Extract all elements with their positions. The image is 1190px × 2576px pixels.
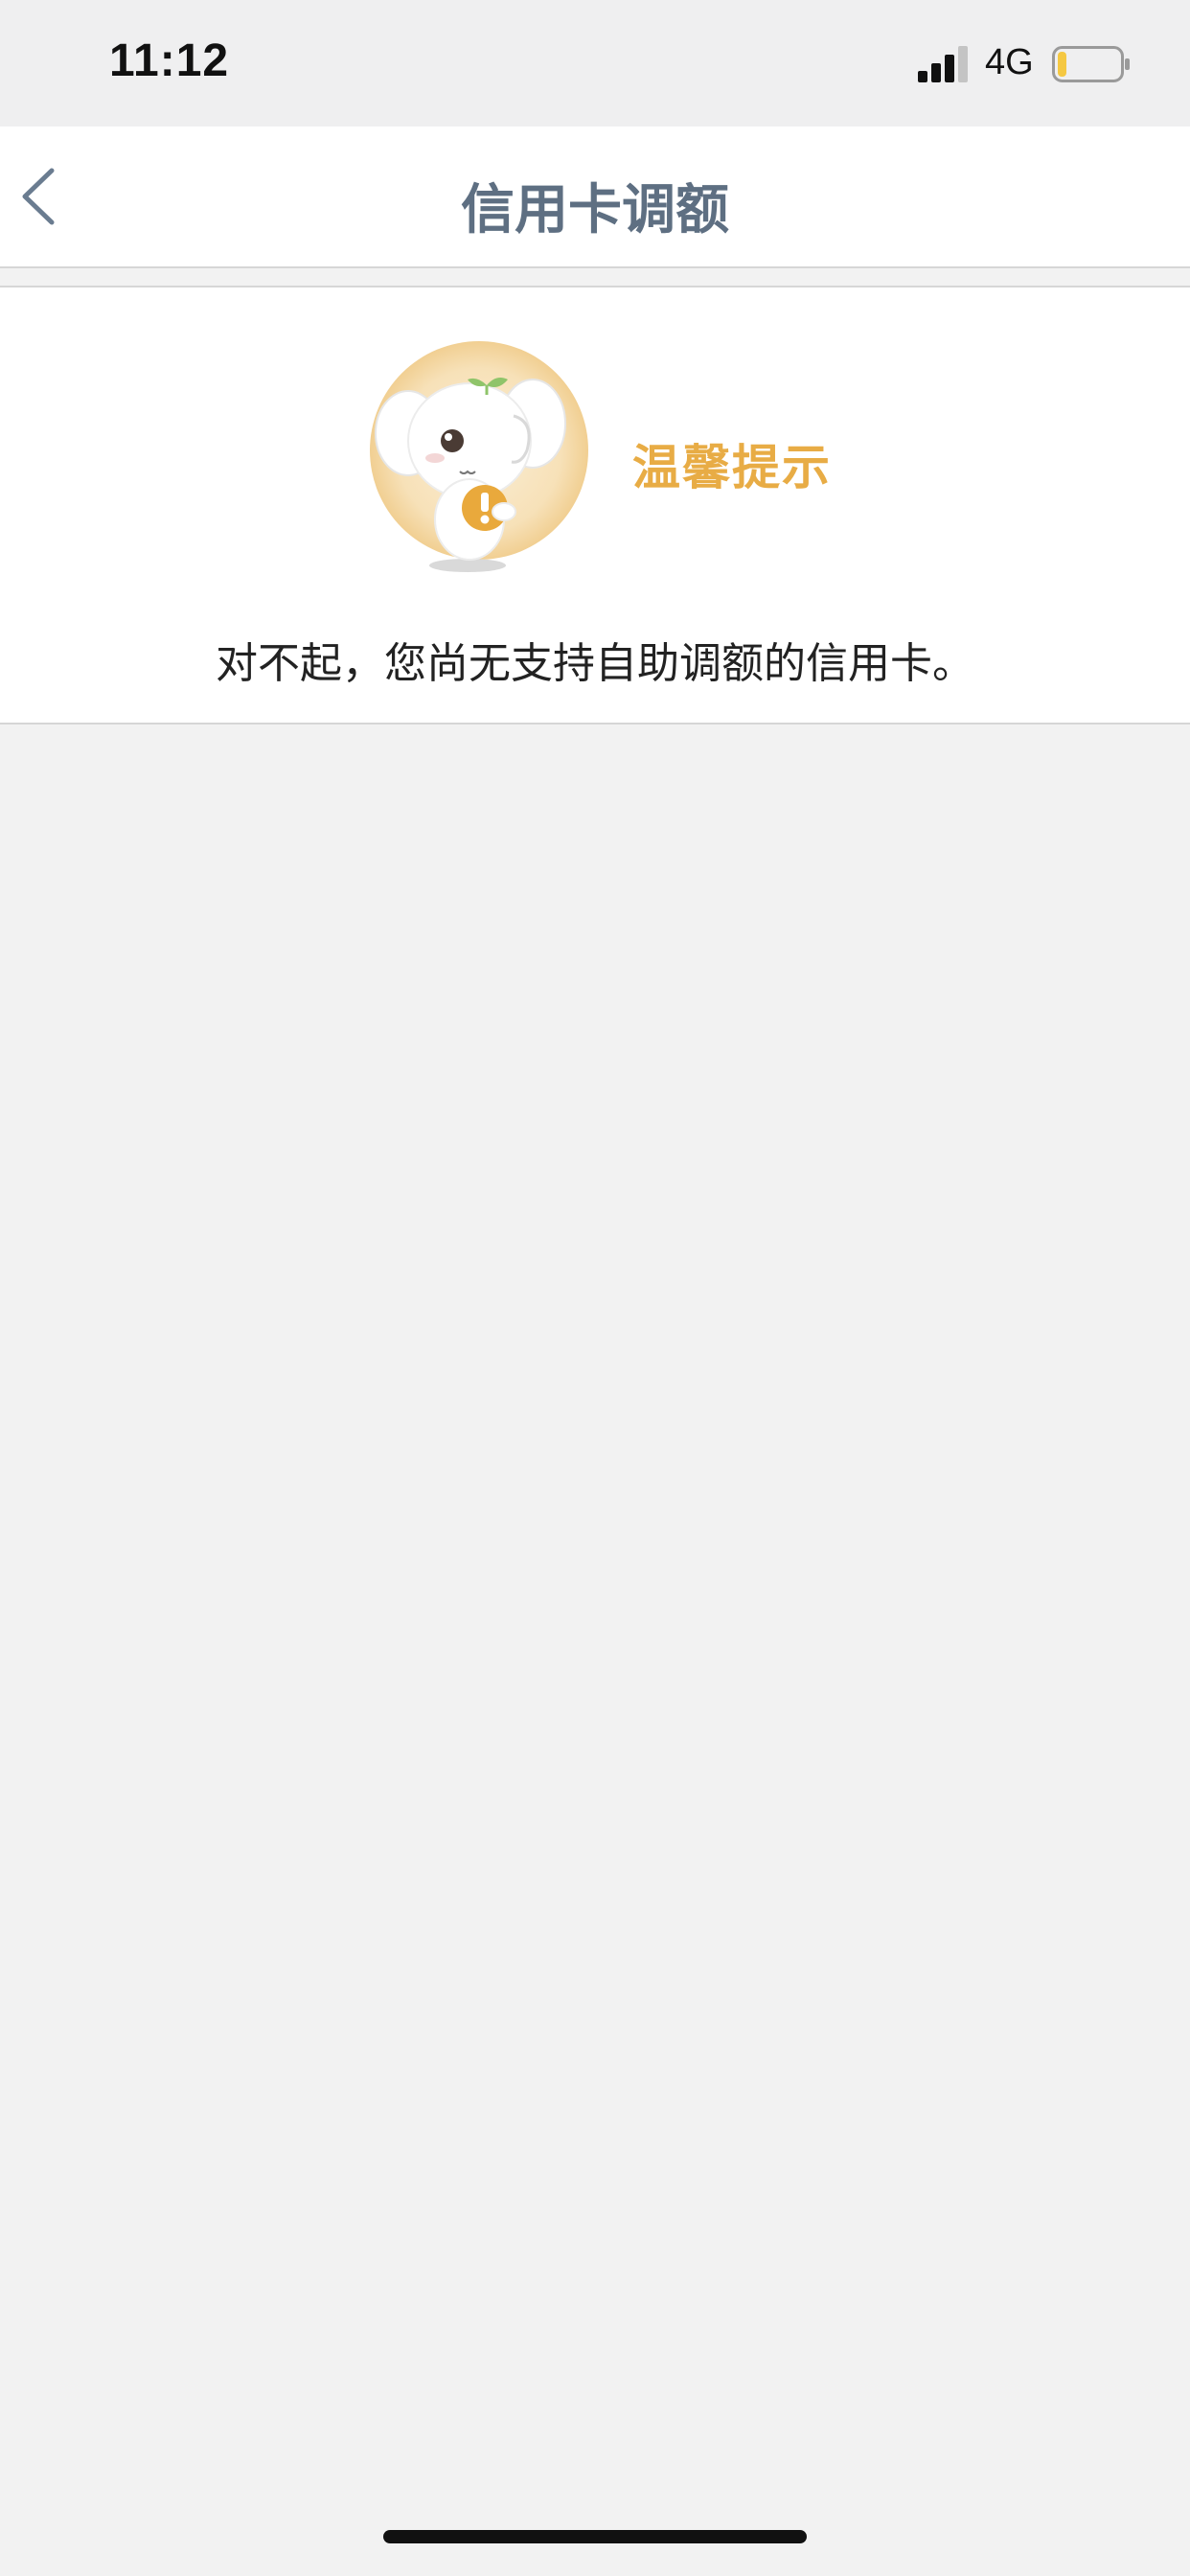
cellular-signal-icon [918,46,968,82]
notice-heading: 温馨提示 [632,440,832,495]
status-bar: 11:12 4G [0,0,1190,126]
status-time: 11:12 [109,35,230,86]
network-type: 4G [985,42,1034,82]
battery-icon [1052,46,1130,82]
elephant-mascot-icon [370,341,588,572]
page-title: 信用卡调额 [461,179,729,242]
home-indicator[interactable] [383,2530,807,2543]
notice-message: 对不起，您尚无支持自助调额的信用卡。 [216,639,974,688]
navigation-bar: 信用卡调额 [0,126,1190,268]
notice-card: 温馨提示 对不起，您尚无支持自助调额的信用卡。 [0,286,1190,724]
